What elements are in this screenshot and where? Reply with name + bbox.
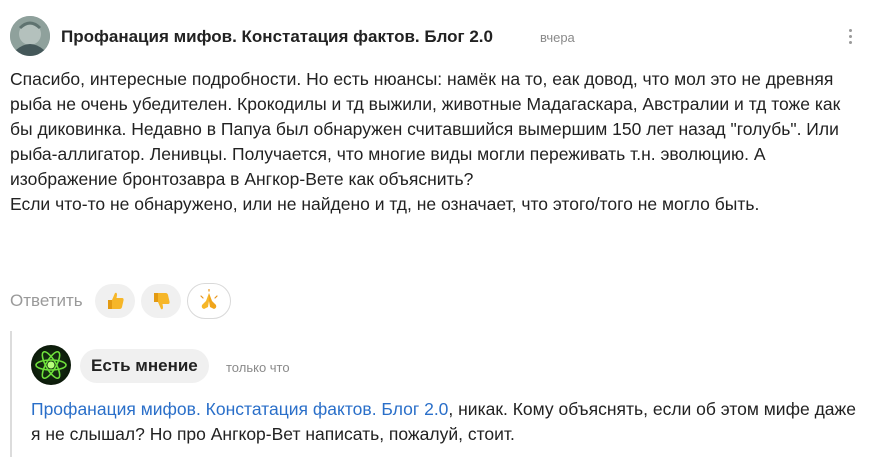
comment-paragraph: Если что-то не обнаружено, или не найден… xyxy=(10,194,760,214)
thumbs-down-icon xyxy=(153,293,170,310)
comment-actions: Ответить xyxy=(10,283,237,319)
reaction-like-button[interactable] xyxy=(94,284,135,318)
more-options-icon[interactable] xyxy=(840,24,860,48)
reaction-dislike-button[interactable] xyxy=(140,284,181,318)
comment-body: Спасибо, интересные подробности. Но есть… xyxy=(10,67,860,217)
reply-body: Профанация мифов. Констатация фактов. Бл… xyxy=(31,397,861,447)
reply-author-avatar[interactable] xyxy=(31,345,71,385)
atom-icon xyxy=(35,350,67,380)
author-avatar[interactable] xyxy=(10,16,50,56)
reply-timestamp: только что xyxy=(226,360,290,375)
avatar-image xyxy=(10,16,50,56)
reaction-pray-button[interactable] xyxy=(186,283,231,319)
praying-hands-icon xyxy=(200,289,218,309)
reply-author[interactable]: Есть мнение xyxy=(80,349,209,383)
thumbs-up-icon xyxy=(107,292,124,309)
mention-link[interactable]: Профанация мифов. Констатация фактов. Бл… xyxy=(31,399,448,419)
comment-paragraph: Спасибо, интересные подробности. Но есть… xyxy=(10,69,841,189)
comment-author[interactable]: Профанация мифов. Констатация фактов. Бл… xyxy=(61,27,493,47)
reply-button[interactable]: Ответить xyxy=(10,291,83,311)
thread-line xyxy=(10,331,12,457)
comment-timestamp: вчера xyxy=(540,30,575,45)
